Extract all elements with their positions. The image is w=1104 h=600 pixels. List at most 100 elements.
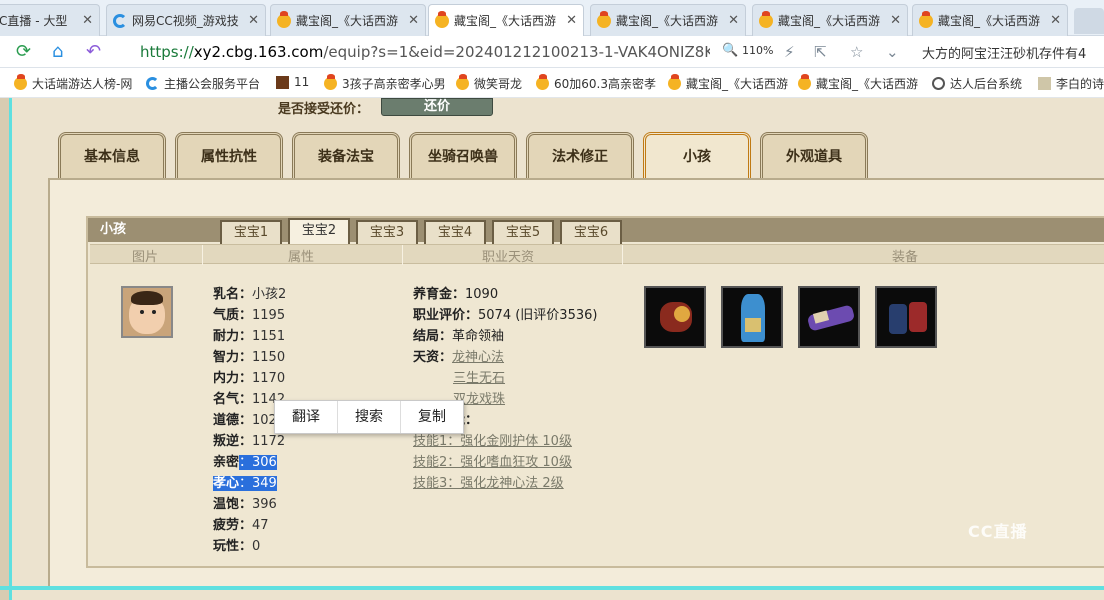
- attr-key: 道德：: [213, 413, 253, 428]
- context-translate[interactable]: 翻译: [275, 401, 338, 433]
- zoom-level: 110%: [742, 44, 774, 57]
- bookmark-label: 大话端游达人榜-网: [32, 77, 133, 91]
- child-hair: [131, 291, 163, 305]
- sub-tab-baby5[interactable]: 宝宝5: [492, 220, 554, 244]
- tab-title: C直播 - 大型: [0, 14, 68, 28]
- sub-tab-baby2[interactable]: 宝宝2: [288, 218, 350, 244]
- sub-tab-baby4[interactable]: 宝宝4: [424, 220, 486, 244]
- browser-tab-active[interactable]: 藏宝阁_《大话西游 ✕: [428, 4, 584, 36]
- bookmark-item[interactable]: 11: [276, 75, 309, 89]
- home-icon[interactable]: ⌂: [52, 42, 63, 62]
- tab-child[interactable]: 小孩: [643, 132, 751, 180]
- attr-value-selected: ：306: [239, 455, 277, 470]
- col-picture: 图片: [132, 250, 159, 265]
- sub-tab-baby1[interactable]: 宝宝1: [220, 220, 282, 244]
- tab-equipment[interactable]: 装备法宝: [292, 132, 400, 180]
- lightning-icon[interactable]: ⚡: [784, 43, 795, 61]
- equipment-slots: [644, 286, 952, 348]
- bookmark-item[interactable]: 微笑哥龙: [456, 74, 522, 92]
- attr-value: 1170: [252, 371, 286, 386]
- skill-link[interactable]: 技能3：强化龙神心法 2级: [413, 476, 564, 491]
- context-menu: 翻译 搜索 复制: [274, 400, 464, 434]
- search-suggestion[interactable]: 大方的阿宝汪汪砂机存件有4: [922, 43, 1086, 62]
- child-portrait[interactable]: [121, 286, 173, 338]
- screen-border: [0, 586, 1104, 590]
- equipment-robe-icon[interactable]: [721, 286, 783, 348]
- child-panel: 小孩 宝宝1 宝宝2 宝宝3 宝宝4 宝宝5 宝宝6 图片 属性 职业天资 装备: [48, 178, 1104, 588]
- sub-tab-baby3[interactable]: 宝宝3: [356, 220, 418, 244]
- context-copy[interactable]: 复制: [401, 401, 463, 433]
- equipment-boots-icon[interactable]: [875, 286, 937, 348]
- chevron-down-icon[interactable]: ⌄: [886, 43, 899, 61]
- browser-tab[interactable]: 藏宝阁_《大话西游 ✕: [912, 4, 1068, 36]
- new-tab-button[interactable]: [1074, 8, 1104, 34]
- browser-tab[interactable]: C直播 - 大型 ✕: [0, 4, 100, 36]
- game-icon: [276, 75, 289, 89]
- equipment-belt-icon[interactable]: [798, 286, 860, 348]
- context-search[interactable]: 搜索: [338, 401, 401, 433]
- tab-title: 藏宝阁_《大话西游: [778, 14, 881, 28]
- browser-tab[interactable]: 网易CC视频_游戏技 ✕: [106, 4, 266, 36]
- attr-value: 1151: [252, 329, 286, 344]
- tab-attributes[interactable]: 属性抗性: [175, 132, 283, 180]
- cbg-chick-icon: [759, 10, 773, 28]
- tab-close-icon[interactable]: ✕: [890, 13, 901, 28]
- bookmark-item[interactable]: 3孩子高亲密孝心男: [324, 74, 446, 92]
- bookmark-item[interactable]: 藏宝阁_《大话西游: [668, 74, 788, 92]
- cost-label: 养育金：: [413, 287, 466, 302]
- url-field[interactable]: https://xy2.cbg.163.com/equip?s=1&eid=20…: [140, 40, 710, 64]
- bookmarks-bar: 大话端游达人榜-网 主播公会服务平台 11 3孩子高亲密孝心男 微笑哥龙 60加…: [0, 68, 1104, 98]
- tab-title: 藏宝阁_《大话西游: [616, 14, 719, 28]
- left-border: [0, 98, 12, 600]
- share-icon[interactable]: ⇱: [814, 43, 827, 61]
- ending-label: 结局：: [413, 329, 453, 344]
- attr-key-selected: 孝心: [213, 476, 240, 491]
- browser-tab[interactable]: 藏宝阁_《大话西游 ✕: [590, 4, 746, 36]
- tab-appearance[interactable]: 外观道具: [760, 132, 868, 180]
- talent-link[interactable]: 三生无石: [453, 371, 505, 386]
- tab-mounts-pets[interactable]: 坐骑召唤兽: [409, 132, 517, 180]
- armor-gem: [674, 306, 690, 322]
- browser-tab[interactable]: 藏宝阁_《大话西游 ✕: [752, 4, 908, 36]
- sub-tab-baby6[interactable]: 宝宝6: [560, 220, 622, 244]
- bookmark-item[interactable]: 李白的诗: [1038, 75, 1104, 92]
- cbg-chick-icon: [668, 74, 681, 90]
- bookmark-item[interactable]: 主播公会服务平台: [146, 75, 260, 92]
- browser-tab[interactable]: 藏宝阁_《大话西游 ✕: [270, 4, 426, 36]
- attr-key: 温饱：: [213, 497, 253, 512]
- attr-key: 智力：: [213, 350, 253, 365]
- attr-key: 内力：: [213, 371, 253, 386]
- tab-title: 藏宝阁_《大话西游: [454, 14, 557, 28]
- career-row: 养育金：1090: [413, 284, 597, 305]
- star-icon[interactable]: ☆: [850, 43, 863, 61]
- tab-close-icon[interactable]: ✕: [82, 13, 93, 28]
- attr-value: 1172: [252, 434, 286, 449]
- attr-value: 396: [252, 497, 277, 512]
- bookmark-item[interactable]: 60加60.3高亲密孝: [536, 74, 656, 92]
- tab-close-icon[interactable]: ✕: [408, 13, 419, 28]
- equipment-armor-icon[interactable]: [644, 286, 706, 348]
- cost-value: 1090: [465, 287, 499, 302]
- tab-close-icon[interactable]: ✕: [728, 13, 739, 28]
- talent-link[interactable]: 龙神心法: [452, 350, 504, 365]
- tab-close-icon[interactable]: ✕: [248, 13, 259, 28]
- counter-offer-button[interactable]: 还价: [381, 98, 494, 116]
- skill-link[interactable]: 技能2：强化嗜血狂攻 10级: [413, 455, 572, 470]
- bookmark-item[interactable]: 藏宝阁_《大话西游: [798, 74, 918, 92]
- bookmark-item[interactable]: 大话端游达人榜-网: [14, 74, 133, 92]
- attr-key: 玩性：: [213, 539, 253, 554]
- tab-basic-info[interactable]: 基本信息: [58, 132, 166, 180]
- cbg-chick-icon: [597, 10, 611, 28]
- bookmark-label: 李白的诗: [1056, 77, 1104, 91]
- attr-value: 47: [252, 518, 269, 533]
- zoom-icon[interactable]: 🔍: [722, 43, 738, 58]
- undo-icon[interactable]: ↶: [86, 42, 101, 62]
- tab-spell-correction[interactable]: 法术修正: [526, 132, 634, 180]
- tab-close-icon[interactable]: ✕: [566, 13, 577, 28]
- bookmark-item[interactable]: 达人后台系统: [932, 75, 1022, 92]
- reload-icon[interactable]: ⟳: [16, 42, 31, 62]
- skill-link[interactable]: 技能1：强化金刚护体 10级: [413, 434, 572, 449]
- cbg-chick-icon: [277, 10, 291, 28]
- tab-close-icon[interactable]: ✕: [1050, 13, 1061, 28]
- cbg-chick-icon: [435, 10, 449, 28]
